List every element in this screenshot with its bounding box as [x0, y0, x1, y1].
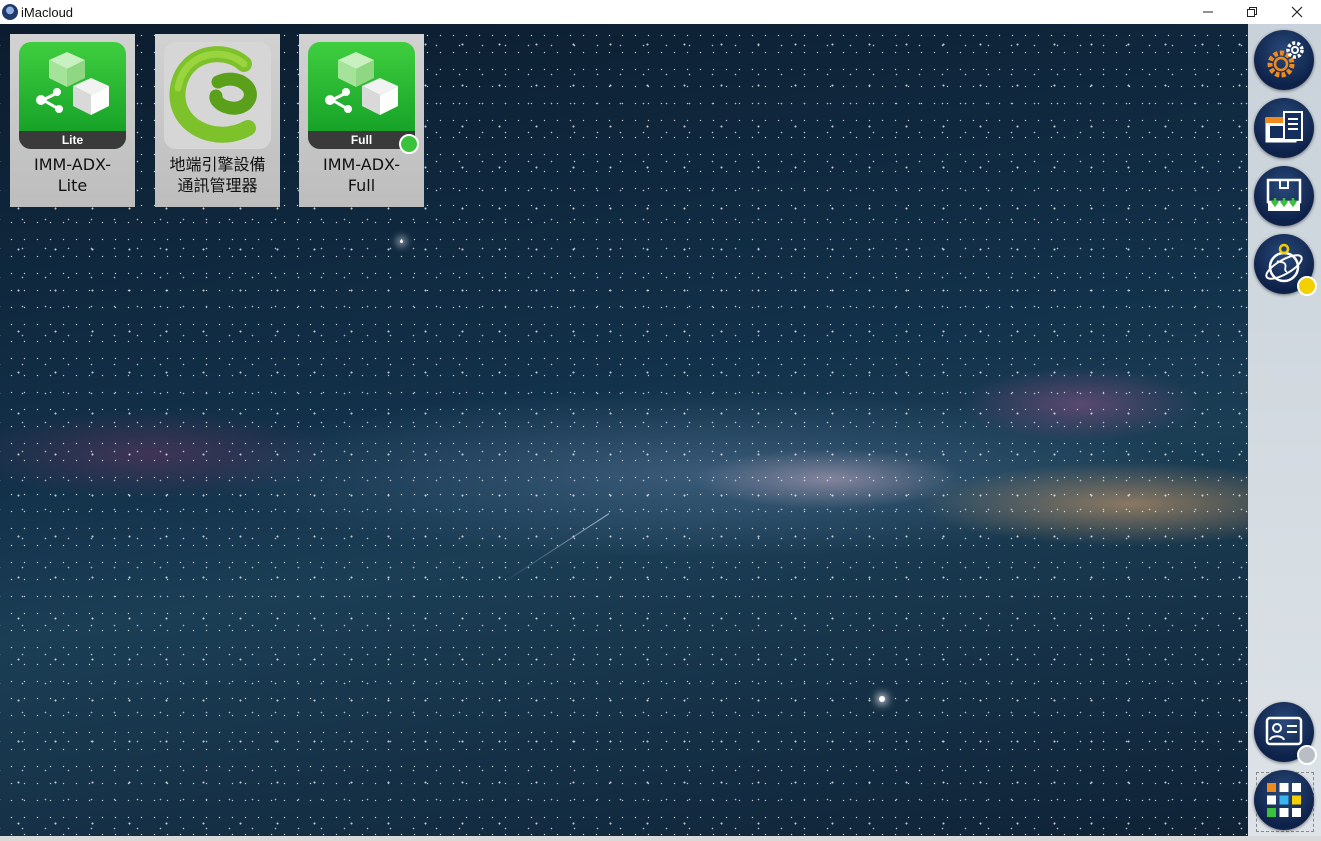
desktop-area: Lite IMM-ADX- Lite 地端引擎設備 通訊管理器 Full IMM…	[0, 24, 1248, 836]
running-status-dot	[399, 134, 419, 154]
app-tile-imm-adx-lite[interactable]: Lite IMM-ADX- Lite	[10, 34, 135, 207]
app-label: IMM-ADX- Lite	[34, 155, 111, 195]
green-c-logo-icon	[164, 42, 271, 149]
restore-button[interactable]	[1230, 0, 1274, 24]
minimize-icon	[1203, 11, 1213, 13]
app-label: 地端引擎設備 通訊管理器	[169, 155, 266, 195]
restore-icon	[1247, 7, 1257, 17]
edition-band: Lite	[19, 131, 126, 149]
title-bar: iMacloud	[0, 0, 1321, 25]
documents-button[interactable]	[1254, 98, 1314, 158]
close-icon	[1291, 6, 1303, 18]
right-sidebar	[1248, 24, 1321, 836]
download-button[interactable]	[1254, 166, 1314, 226]
cubes-network-icon: Full	[308, 42, 415, 149]
window-title: iMacloud	[21, 4, 74, 20]
bright-star	[879, 696, 885, 702]
window-document-icon	[1265, 111, 1303, 143]
close-button[interactable]	[1275, 0, 1319, 24]
id-card-icon	[1265, 716, 1303, 746]
minimize-button[interactable]	[1186, 0, 1230, 24]
cubes-network-icon: Lite	[19, 42, 126, 149]
bright-star	[400, 240, 403, 243]
app-logo-icon	[2, 4, 18, 20]
apps-button[interactable]	[1254, 770, 1314, 830]
app-tile-engine-comm-manager[interactable]: 地端引擎設備 通訊管理器	[155, 34, 280, 207]
window-bottom-edge	[0, 836, 1321, 841]
account-status-dot	[1297, 745, 1317, 765]
connection-status-dot	[1297, 276, 1317, 296]
app-tile-imm-adx-full[interactable]: Full IMM-ADX- Full	[299, 34, 424, 207]
download-tray-icon	[1266, 178, 1302, 211]
app-label: IMM-ADX- Full	[323, 155, 400, 195]
app-grid-icon	[1267, 783, 1301, 817]
gears-icon	[1267, 41, 1304, 78]
settings-button[interactable]	[1254, 30, 1314, 90]
